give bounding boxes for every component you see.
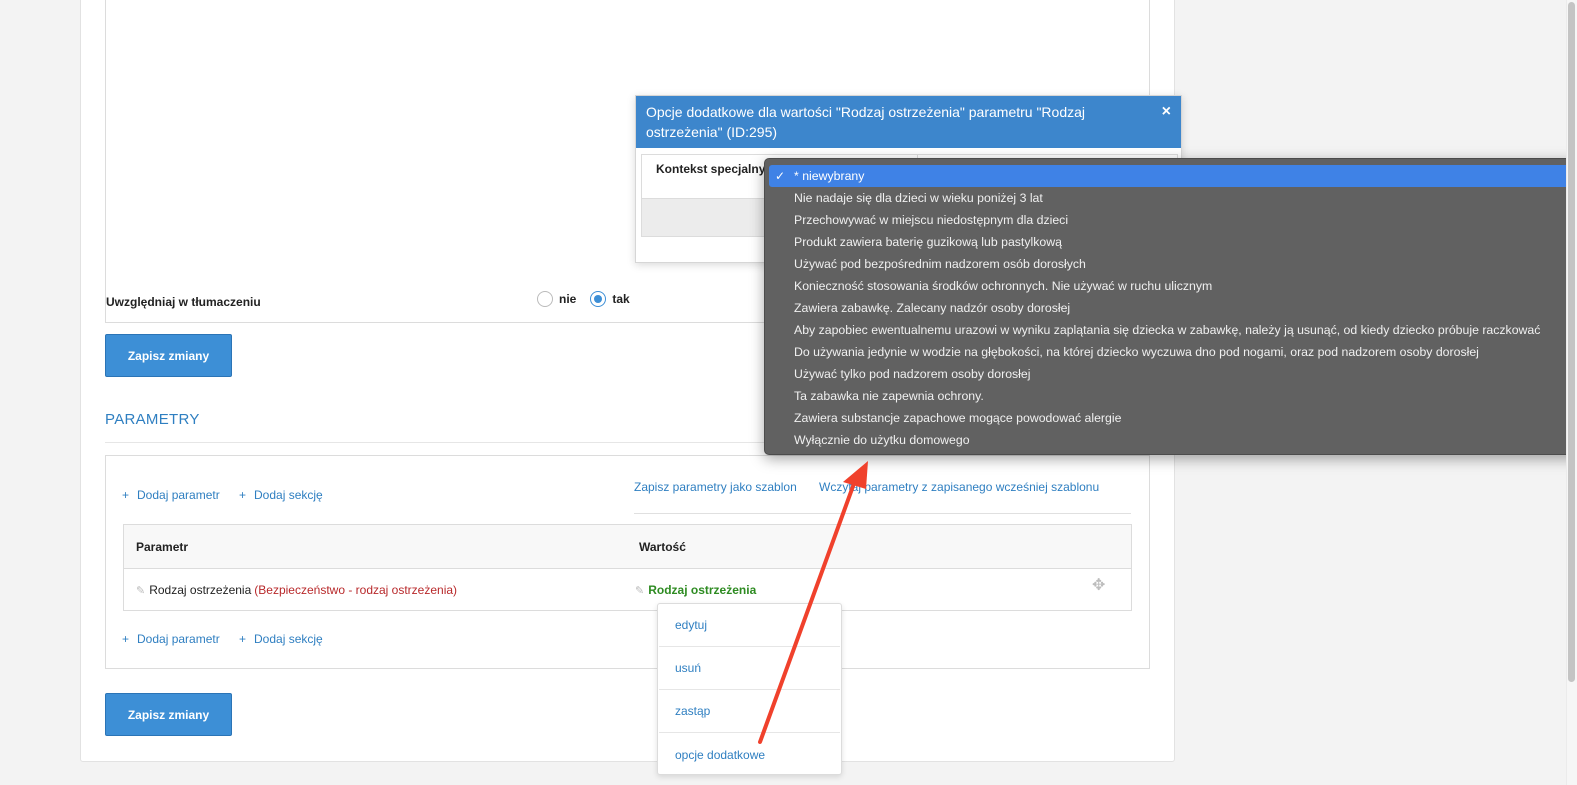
- translate-label: Uwzględniaj w tłumaczeniu: [106, 295, 261, 309]
- save-button-top[interactable]: Zapisz zmiany: [105, 334, 232, 377]
- move-icon[interactable]: ✥: [1092, 575, 1105, 595]
- dropdown-option[interactable]: Używać tylko pod nadzorem osoby dorosłej: [769, 363, 1577, 385]
- option-label: * niewybrany: [794, 169, 865, 183]
- add-section-link-bottom[interactable]: + Dodaj sekcję: [239, 632, 323, 646]
- plus-icon: +: [122, 488, 130, 502]
- dropdown-option[interactable]: Nie nadaje się dla dzieci w wieku poniże…: [769, 187, 1577, 209]
- dropdown-option[interactable]: ✓ * niewybrany: [769, 165, 1577, 187]
- dropdown-option[interactable]: Ta zabawka nie zapewnia ochrony.: [769, 385, 1577, 407]
- column-header-wartosc: Wartość: [639, 540, 686, 554]
- radio-nie[interactable]: [537, 291, 553, 307]
- parameters-table: Parametr Wartość ✎ Rodzaj ostrzeżenia (Bez…: [123, 524, 1132, 611]
- special-context-select-dropdown[interactable]: ✓ * niewybrany Nie nadaje się dla dzieci …: [764, 158, 1577, 455]
- load-template-link[interactable]: Wczytaj parametry z zapisanego wcześniej…: [819, 480, 1099, 494]
- column-header-parametr: Parametr: [136, 540, 189, 554]
- close-icon[interactable]: ×: [1162, 102, 1171, 122]
- dropdown-option[interactable]: Konieczność stosowania środków ochronnyc…: [769, 275, 1577, 297]
- modal-title: Opcje dodatkowe dla wartości "Rodzaj ost…: [646, 104, 1086, 140]
- radio-option-tak[interactable]: tak: [590, 291, 630, 307]
- section-title-parametry: PARAMETRY: [105, 411, 200, 428]
- parameter-name-cell[interactable]: ✎ Rodzaj ostrzeżenia (Bezpieczeństwo - rod…: [136, 583, 457, 597]
- dropdown-option[interactable]: Produkt zawiera baterię guzikową lub pas…: [769, 231, 1577, 253]
- dropdown-option[interactable]: Aby zapobiec ewentualnemu urazowi w wyni…: [769, 319, 1577, 341]
- pencil-icon: ✎: [635, 585, 645, 597]
- add-parameter-link-top[interactable]: + Dodaj parametr: [122, 488, 220, 502]
- scrollbar-thumb[interactable]: [1568, 2, 1575, 682]
- add-section-label: Dodaj sekcję: [254, 488, 323, 502]
- menu-item-edytuj[interactable]: edytuj: [659, 604, 840, 647]
- dropdown-option[interactable]: Zawiera zabawkę. Zalecany nadzór osoby d…: [769, 297, 1577, 319]
- dropdown-option[interactable]: Zawiera substancje zapachowe mogące powo…: [769, 407, 1577, 429]
- checkmark-icon: ✓: [775, 169, 786, 183]
- pencil-icon: ✎: [136, 585, 146, 597]
- radio-label-nie: nie: [559, 292, 577, 306]
- special-context-label: Kontekst specjalny: [656, 162, 766, 176]
- save-button-bottom[interactable]: Zapisz zmiany: [105, 693, 232, 736]
- add-section-label: Dodaj sekcję: [254, 632, 323, 646]
- plus-icon: +: [122, 632, 130, 646]
- radio-tak[interactable]: [590, 291, 607, 307]
- radio-label-tak: tak: [612, 292, 630, 306]
- add-section-link-top[interactable]: + Dodaj sekcję: [239, 488, 323, 502]
- dropdown-option[interactable]: Przechowywać w miejscu niedostępnym dla …: [769, 209, 1577, 231]
- plus-icon: +: [239, 632, 247, 646]
- parameter-value: Rodzaj ostrzeżenia: [648, 583, 757, 597]
- add-parameter-label: Dodaj parametr: [137, 488, 220, 502]
- parameter-name: Rodzaj ostrzeżenia: [149, 583, 252, 597]
- menu-item-usun[interactable]: usuń: [659, 647, 840, 690]
- dropdown-option[interactable]: Wyłącznie do użytku domowego: [769, 429, 1577, 451]
- value-context-menu: edytuj usuń zastąp opcje dodatkowe: [657, 603, 842, 775]
- template-divider: [634, 513, 1131, 514]
- table-row: ✎ Rodzaj ostrzeżenia (Bezpieczeństwo - rod…: [124, 569, 1131, 611]
- modal-header: Opcje dodatkowe dla wartości "Rodzaj ost…: [636, 96, 1181, 148]
- parameter-value-cell[interactable]: ✎ Rodzaj ostrzeżenia: [635, 583, 756, 597]
- save-template-link[interactable]: Zapisz parametry jako szablon: [634, 480, 797, 494]
- plus-icon: +: [239, 488, 247, 502]
- dropdown-option[interactable]: Do używania jedynie w wodzie na głębokoś…: [769, 341, 1577, 363]
- page-scrollbar[interactable]: [1566, 0, 1577, 785]
- menu-item-opcje-dodatkowe[interactable]: opcje dodatkowe: [659, 733, 840, 776]
- parameter-category: (Bezpieczeństwo - rodzaj ostrzeżenia): [254, 583, 458, 597]
- radio-option-nie[interactable]: nie: [537, 291, 576, 307]
- translate-radio-group: nie tak: [537, 291, 644, 307]
- add-parameter-link-bottom[interactable]: + Dodaj parametr: [122, 632, 220, 646]
- dropdown-option[interactable]: Używać pod bezpośrednim nadzorem osób do…: [769, 253, 1577, 275]
- add-parameter-label: Dodaj parametr: [137, 632, 220, 646]
- table-header: Parametr Wartość: [124, 525, 1131, 569]
- menu-item-zastap[interactable]: zastąp: [659, 690, 840, 733]
